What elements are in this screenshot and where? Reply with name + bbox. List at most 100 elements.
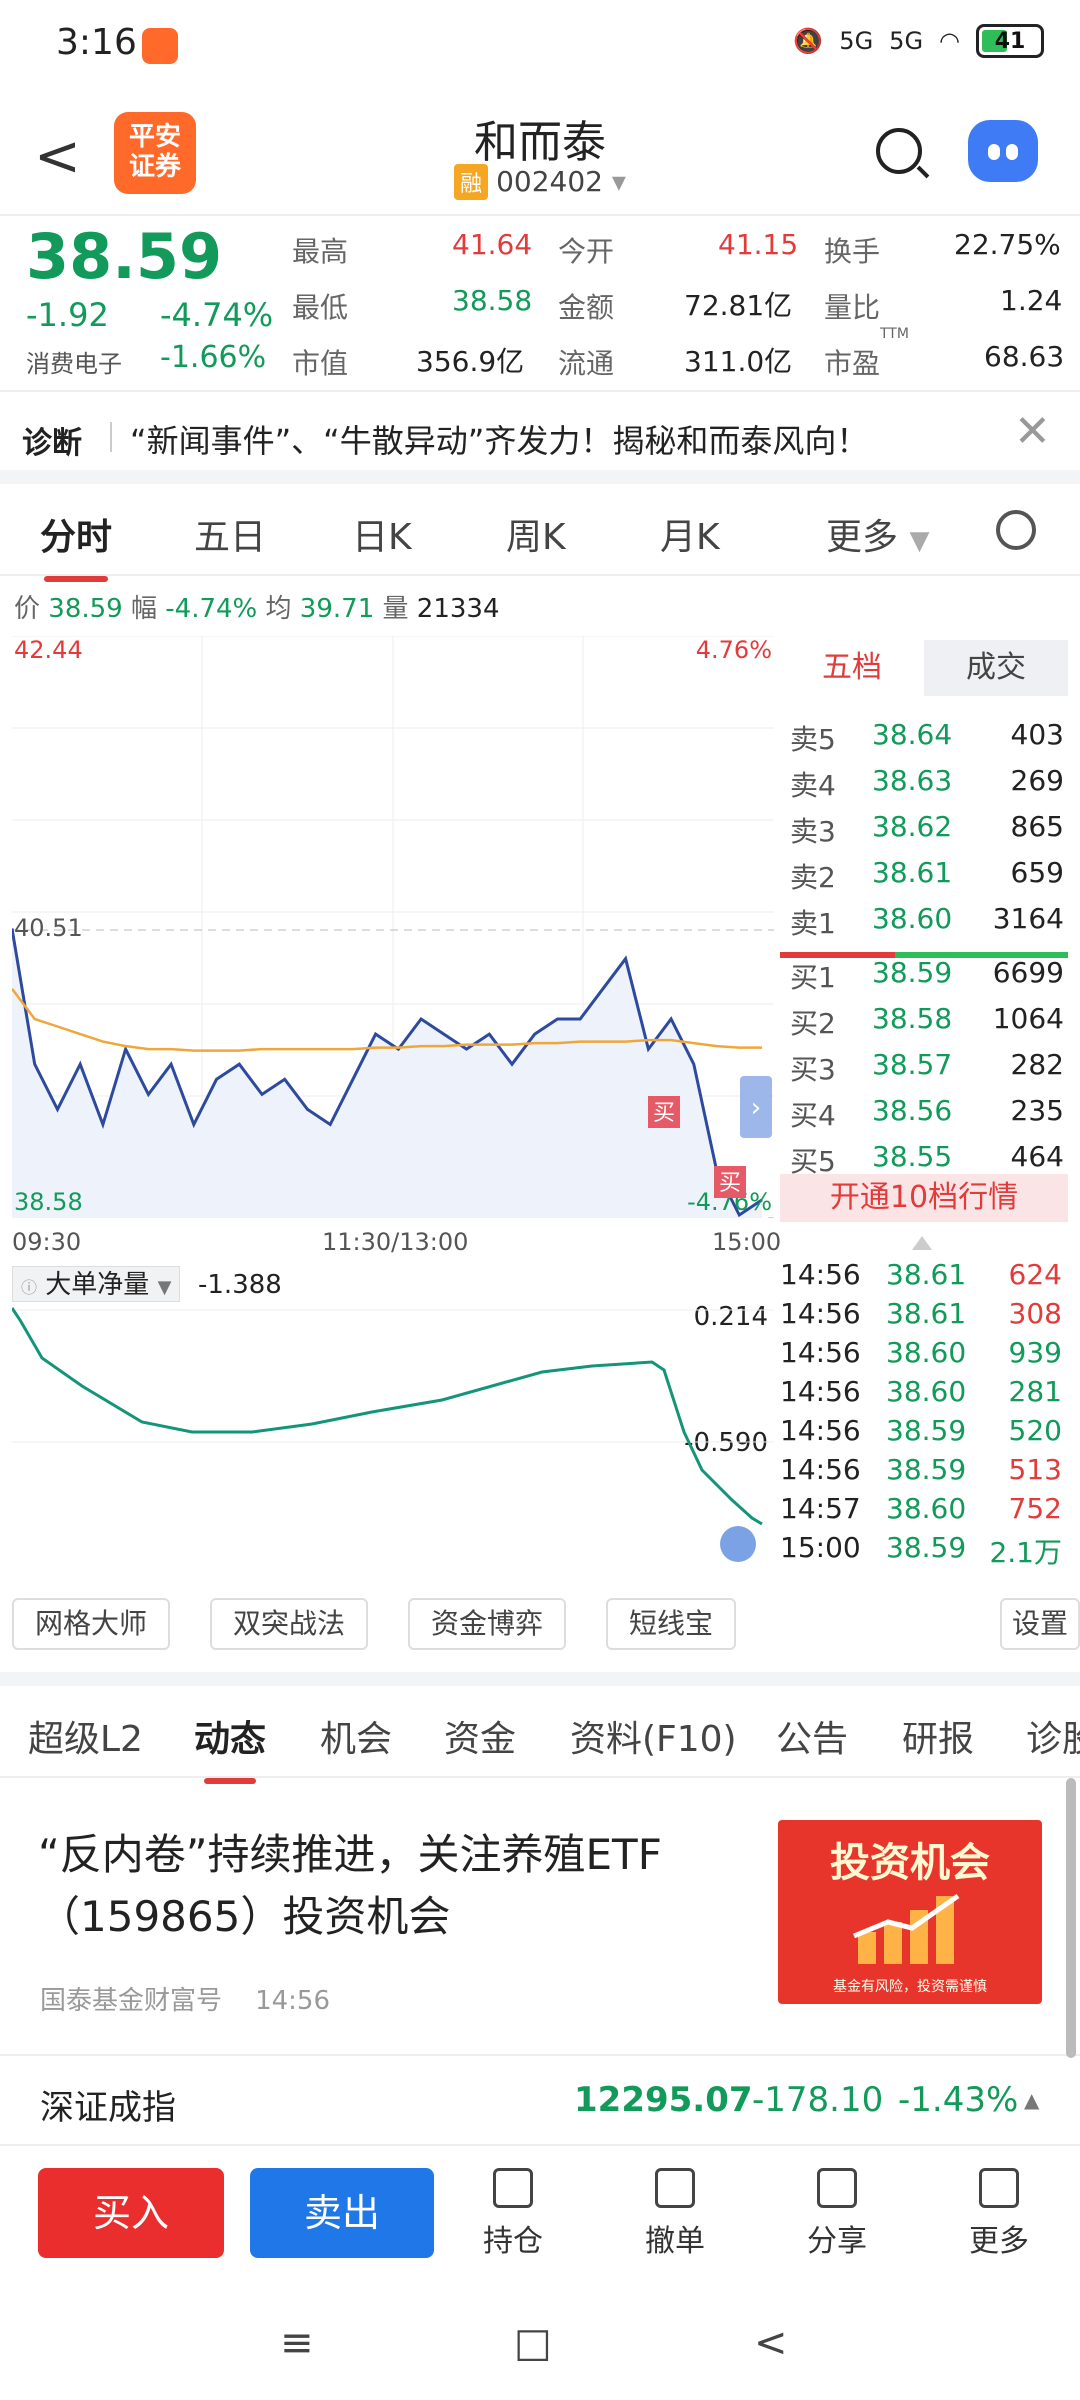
news-source-row: 国泰基金财富号 14:56 [40, 1980, 330, 2017]
diagnosis-banner[interactable]: 诊断 “新闻事件”、“牛散异动”齐发力！揭秘和而泰风向！ ✕ [0, 392, 1080, 484]
diagnosis-text[interactable]: “新闻事件”、“牛散异动”齐发力！揭秘和而泰风向！ [130, 416, 868, 462]
open-value: 41.15 [718, 228, 799, 261]
trade-price: 38.61 [886, 1258, 967, 1291]
trade-price: 38.60 [886, 1375, 967, 1408]
y-max-pct-label: 4.76% [696, 636, 772, 664]
level-volume: 464 [1010, 1140, 1064, 1173]
price-change-pct: -4.74% [160, 296, 274, 334]
level-label: 卖2 [790, 861, 836, 894]
bid-row[interactable]: 买2 38.58 1064 [780, 994, 1068, 1040]
back-nav-icon[interactable]: < [754, 2320, 788, 2366]
news-title[interactable]: “反内卷”持续推进，关注养殖ETF（159865）投资机会 [38, 1824, 718, 1948]
chevron-up-icon[interactable]: ▲ [1024, 2088, 1039, 2112]
tab-super-l2[interactable]: 超级L2 [28, 1710, 143, 1762]
wifi-icon: ◠ [939, 27, 960, 55]
trade-time: 14:56 [780, 1297, 861, 1330]
fullscreen-icon[interactable] [720, 1526, 756, 1562]
ask-row[interactable]: 卖1 38.60 3164 [780, 894, 1068, 940]
trade-time: 15:00 [780, 1531, 861, 1564]
scroll-up-icon[interactable] [912, 1236, 932, 1250]
assistant-robot-icon[interactable] [968, 120, 1038, 182]
tab-research[interactable]: 研报 [902, 1710, 974, 1762]
more-label: 更多 [969, 2224, 1029, 2259]
home-icon[interactable]: □ [514, 2320, 552, 2366]
news-source: 国泰基金财富号 [40, 1986, 223, 2016]
ask-row[interactable]: 卖4 38.63 269 [780, 756, 1068, 802]
short-line-button[interactable]: 短线宝 [606, 1598, 736, 1650]
system-nav-bar: ≡ □ < [0, 2276, 1080, 2400]
volume-value: 21334 [416, 594, 500, 624]
level-volume: 235 [1010, 1094, 1064, 1127]
intraday-chart[interactable]: 42.44 40.51 38.58 4.76% -4.76% 买 买 › 09:… [10, 635, 781, 1256]
tab-f10[interactable]: 资料(F10) [570, 1710, 737, 1762]
last-price: 38.59 [26, 220, 223, 293]
level-price: 38.57 [872, 1048, 953, 1081]
bid-row[interactable]: 买4 38.56 235 [780, 1086, 1068, 1132]
fund-game-button[interactable]: 资金博弈 [408, 1598, 566, 1650]
tab-five-levels[interactable]: 五档 [780, 640, 924, 696]
sell-button[interactable]: 卖出 [250, 2168, 434, 2258]
close-icon[interactable]: ✕ [1014, 406, 1051, 457]
ask-row[interactable]: 卖5 38.64 403 [780, 710, 1068, 756]
tab-trades[interactable]: 成交 [924, 640, 1068, 696]
bid-row[interactable]: 买5 38.55 464 [780, 1132, 1068, 1178]
cancel-order-label: 撤单 [645, 2224, 705, 2259]
level-volume: 659 [1010, 856, 1064, 889]
trade-volume: 281 [1008, 1375, 1062, 1408]
tab-daily-k[interactable]: 日K [352, 508, 412, 560]
news-thumbnail[interactable]: 投资机会 基金有风险，投资需谨慎 [778, 1820, 1042, 2004]
tab-weekly-k[interactable]: 周K [506, 508, 566, 560]
low-value: 38.58 [452, 284, 533, 317]
ask-row[interactable]: 卖2 38.61 659 [780, 848, 1068, 894]
bid-row[interactable]: 买3 38.57 282 [780, 1040, 1068, 1086]
cancel-order-button[interactable]: 撤单 [620, 2168, 730, 2260]
buy-button[interactable]: 买入 [38, 2168, 224, 2258]
chart-svg[interactable]: 42.44 40.51 38.58 4.76% -4.76% 买 买 › [10, 635, 774, 1220]
x-tick-end: 15:00 [712, 1228, 782, 1256]
scrollbar[interactable] [1066, 1778, 1076, 2058]
ask-row[interactable]: 卖3 38.62 865 [780, 802, 1068, 848]
level-price: 38.61 [872, 856, 953, 889]
tab-five-day[interactable]: 五日 [194, 508, 266, 560]
tab-diagnosis[interactable]: 诊股 [1026, 1710, 1080, 1762]
trade-time: 14:56 [780, 1453, 861, 1486]
status-bar: 3:16 🔕 5G 5G ◠ 41 [0, 0, 1080, 92]
price-value: 38.59 [48, 594, 123, 624]
avg-label: 均 [265, 594, 292, 624]
sector-name[interactable]: 消费电子 [26, 344, 122, 379]
tab-opportunity[interactable]: 机会 [320, 1710, 392, 1762]
holdings-button[interactable]: 持仓 [458, 2168, 568, 2260]
news-item[interactable]: “反内卷”持续推进，关注养殖ETF（159865）投资机会 国泰基金财富号 14… [0, 1778, 1080, 2056]
stock-header: < 平安 证券 和而泰 融 002402 ▾ [0, 92, 1080, 216]
upgrade-level10-button[interactable]: 开通10档行情 [780, 1174, 1068, 1222]
share-button[interactable]: 分享 [782, 2168, 892, 2260]
more-button[interactable]: 更多 [944, 2168, 1054, 2260]
y-min-label: 38.58 [14, 1188, 83, 1216]
diagnosis-label: 诊断 [22, 426, 82, 461]
vratio-label: 量比 [824, 291, 881, 324]
index-change: -178.10 [752, 2080, 884, 2120]
tab-intraday[interactable]: 分时 [40, 508, 112, 582]
grid-master-button[interactable]: 网格大师 [12, 1598, 170, 1650]
gear-icon[interactable] [996, 510, 1036, 550]
pe-sup: TTM [880, 326, 909, 342]
tab-news-feed[interactable]: 动态 [194, 1710, 266, 1784]
tab-more-label: 更多 [826, 517, 899, 558]
double-break-button[interactable]: 双突战法 [210, 1598, 368, 1650]
tab-monthly-k[interactable]: 月K [660, 508, 720, 560]
index-bar[interactable]: 深证成指 12295.07 -178.10 -1.43% ▲ [0, 2058, 1080, 2146]
trade-time: 14:56 [780, 1375, 861, 1408]
level-price: 38.56 [872, 1094, 953, 1127]
level-label: 卖5 [790, 723, 836, 756]
settings-button[interactable]: 设置 [1000, 1598, 1080, 1650]
level-volume: 403 [1010, 718, 1064, 751]
flow-chart[interactable]: ⓘ 大单净量 ▼ -1.388 0.214 -0.590 [12, 1262, 774, 1582]
search-icon[interactable] [876, 128, 922, 174]
menu-icon[interactable]: ≡ [280, 2320, 314, 2366]
chart-tabs: 分时 五日 日K 周K 月K 更多 ▼ [0, 484, 1080, 582]
tab-announcements[interactable]: 公告 [776, 1710, 848, 1762]
tab-funds[interactable]: 资金 [444, 1710, 516, 1762]
tab-more[interactable]: 更多 ▼ [826, 508, 929, 560]
buy-marker-1-label: 买 [653, 1101, 675, 1126]
info-tabs: 超级L2 动态 机会 资金 资料(F10) 公告 研报 诊股 [0, 1686, 1080, 1784]
